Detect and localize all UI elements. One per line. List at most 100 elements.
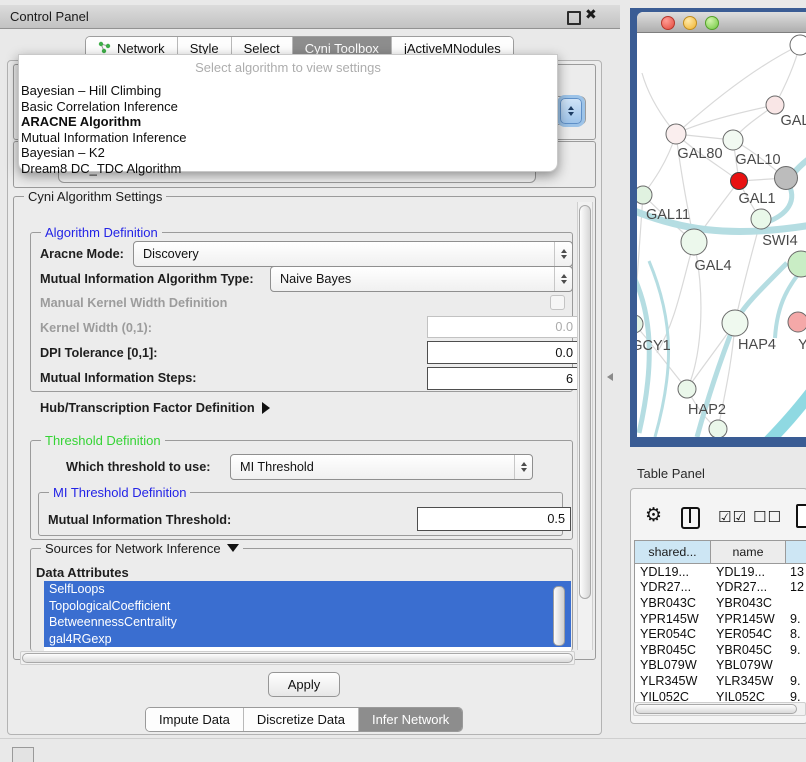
algorithm-option-selected[interactable]: ARACNE Algorithm: [19, 114, 557, 130]
network-window-titlebar[interactable]: [637, 12, 806, 33]
algorithm-option[interactable]: Basic Correlation Inference: [19, 99, 557, 115]
algorithm-option[interactable]: Bayesian – Hill Climbing: [19, 83, 557, 99]
cell[interactable]: YIL052C: [711, 690, 786, 703]
settings-vertical-scrollbar[interactable]: [577, 202, 593, 650]
table-row[interactable]: YBR045CYBR045C9.: [635, 642, 806, 658]
mi-steps-field[interactable]: 6: [427, 367, 579, 390]
cell[interactable]: YIL052C: [635, 690, 711, 703]
table-row[interactable]: YBL079WYBL079W: [635, 658, 806, 674]
network-graph: GAL GAL80 GAL10 GAL1 GAL11 SWI4 GAL4 GCY…: [637, 33, 806, 437]
checked-columns-icon[interactable]: ☑☑: [718, 508, 747, 526]
manual-kernel-checkbox[interactable]: [550, 295, 565, 310]
cell[interactable]: YPR145W: [635, 612, 711, 626]
attribute-item[interactable]: BetweennessCentrality: [44, 614, 571, 631]
hub-definition-expander[interactable]: Hub/Transcription Factor Definition: [40, 400, 270, 415]
unchecked-columns-icon[interactable]: ☐☐: [753, 508, 782, 526]
cell[interactable]: YBR045C: [711, 643, 786, 657]
cell[interactable]: 13: [786, 565, 806, 579]
tab-infer-network[interactable]: Infer Network: [359, 708, 462, 731]
table-row[interactable]: YDR27...YDR27...12: [635, 580, 806, 596]
table-horizontal-scrollbar[interactable]: [633, 702, 806, 716]
cell[interactable]: YDR27...: [635, 580, 711, 594]
attribute-item[interactable]: gal4RGexp: [44, 631, 571, 648]
combo-stepper-icon[interactable]: [514, 455, 532, 479]
network-view-window: GAL GAL80 GAL10 GAL1 GAL11 SWI4 GAL4 GCY…: [637, 12, 806, 437]
scrollbar-thumb[interactable]: [22, 653, 573, 663]
table-row[interactable]: YDL19...YDL19...13: [635, 564, 806, 580]
cell[interactable]: YBL079W: [711, 658, 786, 672]
cell[interactable]: 8.: [786, 627, 806, 641]
cell[interactable]: YLR345W: [711, 674, 786, 688]
close-icon[interactable]: ✖: [585, 6, 597, 23]
column-header-shared-name[interactable]: shared...: [635, 541, 711, 563]
cell[interactable]: YLR345W: [635, 674, 711, 688]
table-header-row: shared... name: [635, 541, 806, 564]
algorithm-popup: Select algorithm to view settings Bayesi…: [18, 54, 558, 172]
apply-button[interactable]: Apply: [268, 672, 340, 697]
mac-close-icon[interactable]: [661, 16, 675, 30]
table-row[interactable]: YBR043CYBR043C: [635, 595, 806, 611]
cell[interactable]: 9.: [786, 690, 806, 703]
cell[interactable]: 12: [786, 580, 806, 594]
collapse-arrow-icon[interactable]: [227, 544, 239, 552]
attribute-item[interactable]: TopologicalCoefficient: [44, 598, 571, 615]
algorithm-popup-prompt: Select algorithm to view settings: [19, 60, 557, 75]
cell[interactable]: YER054C: [635, 627, 711, 641]
mac-zoom-icon[interactable]: [705, 16, 719, 30]
scrollbar-thumb[interactable]: [579, 205, 591, 599]
float-window-icon[interactable]: [567, 11, 581, 25]
node-label: GAL4: [694, 258, 731, 274]
cell[interactable]: YDL19...: [711, 565, 786, 579]
document-icon[interactable]: [796, 504, 806, 528]
cell[interactable]: 9.: [786, 612, 806, 626]
settings-horizontal-scrollbar[interactable]: [20, 651, 575, 665]
cell[interactable]: YDL19...: [635, 565, 711, 579]
column-header-name[interactable]: name: [711, 541, 786, 563]
cell[interactable]: YPR145W: [711, 612, 786, 626]
cell[interactable]: YBR043C: [711, 596, 786, 610]
column-header-partial[interactable]: [786, 541, 806, 563]
table-row[interactable]: YLR345WYLR345W9.: [635, 673, 806, 689]
cell[interactable]: YBR043C: [635, 596, 711, 610]
algorithm-option[interactable]: Mutual Information Inference: [19, 130, 557, 146]
cell[interactable]: 9.: [786, 643, 806, 657]
table-row[interactable]: YER054CYER054C8.: [635, 626, 806, 642]
network-canvas[interactable]: GAL GAL80 GAL10 GAL1 GAL11 SWI4 GAL4 GCY…: [637, 33, 806, 437]
collapsed-panel-button[interactable]: [12, 747, 34, 762]
combo-stepper-icon[interactable]: [560, 98, 582, 124]
application-window: Control Panel ✖ Network Style Select Cyn…: [0, 0, 806, 762]
dpi-tolerance-field[interactable]: 0.0: [427, 341, 579, 364]
gear-icon[interactable]: ⚙: [645, 504, 662, 527]
combo-stepper-icon[interactable]: [554, 242, 572, 266]
list-scrollbar-thumb[interactable]: [553, 586, 565, 646]
mac-minimize-icon[interactable]: [683, 16, 697, 30]
mi-threshold-field[interactable]: 0.5: [417, 507, 571, 531]
node-label: GAL80: [677, 146, 722, 162]
cell[interactable]: YDR27...: [711, 580, 786, 594]
data-attributes-list[interactable]: SelfLoops TopologicalCoefficient Between…: [44, 581, 571, 651]
kernel-width-field[interactable]: 0.0: [427, 316, 579, 338]
attribute-item[interactable]: SelfLoops: [44, 581, 571, 598]
expander-arrow-icon: [262, 402, 270, 414]
table-row[interactable]: YIL052CYIL052C9.: [635, 689, 806, 703]
node-label: HAP4: [738, 337, 776, 353]
cell[interactable]: YBR045C: [635, 643, 711, 657]
control-panel-titlebar[interactable]: [0, 5, 620, 29]
cell[interactable]: YBL079W: [635, 658, 711, 672]
algorithm-option[interactable]: Bayesian – K2: [19, 145, 557, 161]
combo-stepper-icon[interactable]: [554, 267, 572, 291]
tab-impute-data[interactable]: Impute Data: [146, 708, 244, 731]
split-columns-icon[interactable]: [681, 507, 700, 529]
cell[interactable]: YER054C: [711, 627, 786, 641]
scrollbar-thumb[interactable]: [635, 704, 797, 714]
mi-algorithm-type-combo[interactable]: Naive Bayes: [270, 266, 573, 292]
cell[interactable]: 9.: [786, 674, 806, 688]
splitter-handle[interactable]: [607, 373, 613, 381]
node-label: GAL1: [738, 191, 775, 207]
tab-discretize-data[interactable]: Discretize Data: [244, 708, 359, 731]
which-threshold-combo[interactable]: MI Threshold: [230, 454, 533, 480]
mi-threshold-definition-title: MI Threshold Definition: [49, 485, 190, 500]
algorithm-option[interactable]: Dream8 DC_TDC Algorithm: [19, 161, 557, 177]
table-row[interactable]: YPR145WYPR145W9.: [635, 611, 806, 627]
aracne-mode-combo[interactable]: Discovery: [133, 241, 573, 267]
